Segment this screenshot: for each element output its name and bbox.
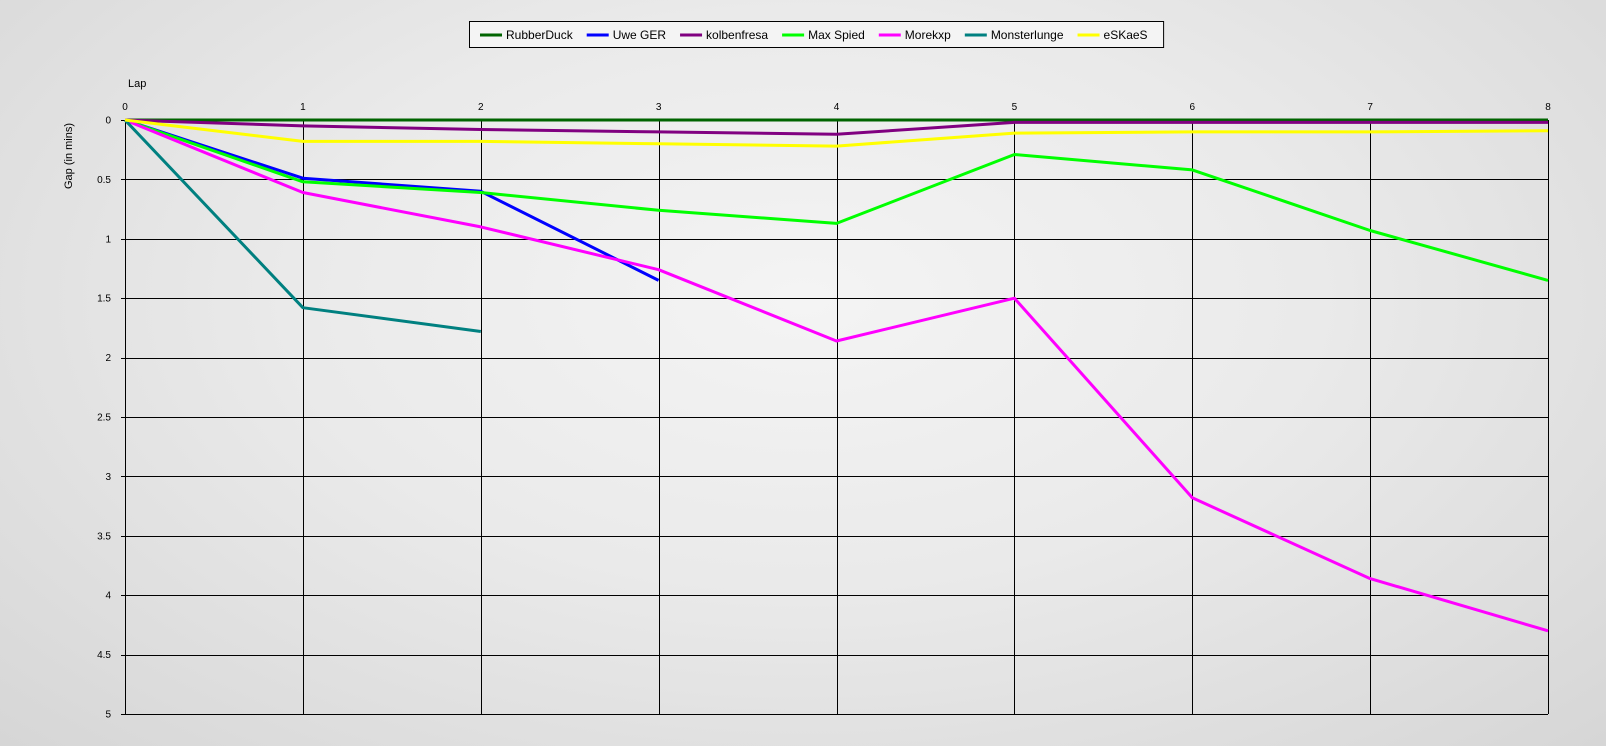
grid [121,120,1549,715]
y-tick-label: 4 [105,591,111,602]
y-tick-label: 4.5 [97,650,111,661]
series-line-morekxp [124,118,1549,633]
y-tick-label: 0 [105,116,111,127]
legend-label-max-spied: Max Spied [808,28,865,42]
x-tick-label: 4 [834,102,840,113]
legend-label-morekxp: Morekxp [905,28,951,42]
legend-label-uwe-ger: Uwe GER [613,28,667,42]
x-tick-label: 5 [1012,102,1018,113]
x-tick-label: 6 [1189,102,1195,113]
y-tick-label: 2.5 [97,413,111,424]
x-tick-label: 1 [300,102,306,113]
y-tick-label: 1 [105,234,111,245]
x-tick-label: 3 [656,102,662,113]
legend-label-eskaes: eSKaeS [1104,28,1148,42]
y-tick-label: 1.5 [97,294,111,305]
x-axis-label: Lap [128,78,146,90]
legend-label-rubberduck: RubberDuck [506,28,574,42]
y-axis-label: Gap (in mins) [63,123,75,189]
legend-label-kolbenfresa: kolbenfresa [706,28,768,42]
legend: RubberDuck Uwe GER kolbenfresa Max Spied Mor… [469,21,1165,48]
y-tick-label: 3.5 [97,531,111,542]
y-tick-labels: 0 0.5 1 1.5 2 2.5 3 3.5 4 4.5 5 [97,116,111,721]
x-tick-label: 2 [478,102,484,113]
y-tick-label: 5 [105,710,111,721]
y-tick-label: 2 [105,353,111,364]
x-tick-label: 7 [1367,102,1373,113]
series-line-monsterlunge [123,118,481,333]
legend-label-monsterlunge: Monsterlunge [991,28,1064,42]
x-tick-labels: 0 1 2 3 4 5 6 7 8 [122,102,1551,113]
x-tick-label: 0 [122,102,128,113]
x-tick-label: 8 [1545,102,1551,113]
y-tick-label: 0.5 [97,175,111,186]
lap-gap-chart: RubberDuck Uwe GER kolbenfresa Max Spied Mor… [63,21,1551,721]
y-tick-label: 3 [105,472,111,483]
series-lines [123,118,1549,633]
